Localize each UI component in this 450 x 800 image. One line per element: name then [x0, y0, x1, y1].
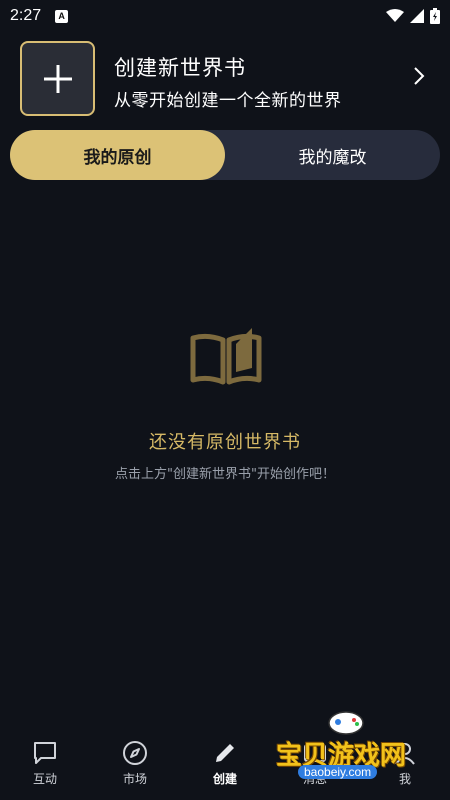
chat-bubble-icon — [34, 742, 56, 764]
watermark-url: baobeiy.com — [298, 765, 378, 779]
watermark-logo: 宝贝游戏网 baobeiy.com — [270, 705, 430, 785]
tab-bar: 我的原创 我的魔改 — [10, 130, 440, 180]
create-card-title: 创建新世界书 — [114, 56, 246, 80]
chevron-right-icon — [414, 67, 425, 85]
open-book-icon — [190, 328, 262, 385]
plus-icon — [43, 64, 72, 93]
nav-label-create: 创建 — [212, 772, 237, 786]
empty-state-title: 还没有原创世界书 — [149, 432, 301, 453]
nav-item-market[interactable]: 市场 — [90, 732, 180, 787]
gamepad-icon — [328, 711, 364, 735]
add-button[interactable] — [20, 41, 95, 116]
create-card-subtitle: 从零开始创建一个全新的世界 — [114, 91, 342, 111]
pencil-icon — [216, 744, 234, 762]
nav-item-interact[interactable]: 互动 — [0, 732, 90, 787]
status-bar: 2:27 A — [0, 0, 450, 32]
status-time: 2:27 — [10, 7, 42, 24]
nav-label-market: 市场 — [122, 772, 147, 786]
battery-icon — [430, 8, 440, 24]
signal-icon — [410, 9, 424, 23]
tab-my-remix[interactable]: 我的魔改 — [225, 130, 440, 180]
wifi-icon — [386, 9, 404, 22]
compass-icon — [123, 741, 147, 765]
nav-item-create[interactable]: 创建 — [180, 732, 270, 787]
create-world-book-card[interactable]: 创建新世界书 从零开始创建一个全新的世界 — [0, 32, 450, 124]
tab-my-original[interactable]: 我的原创 — [10, 130, 225, 180]
empty-state-hint: 点击上方"创建新世界书"开始创作吧！ — [115, 467, 335, 482]
status-icons — [386, 8, 440, 24]
nav-label-interact: 互动 — [32, 772, 57, 786]
notification-icon: A — [55, 9, 69, 23]
